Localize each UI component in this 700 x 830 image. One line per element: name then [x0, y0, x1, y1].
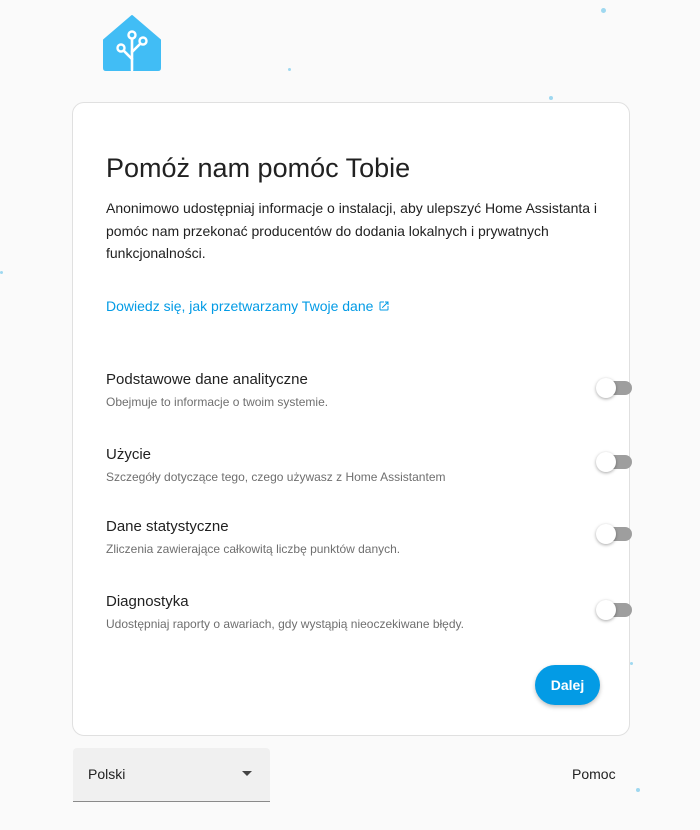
- language-selected-value: Polski: [88, 766, 126, 782]
- option-description: Udostępniaj raporty o awariach, gdy wyst…: [106, 617, 464, 631]
- background-dot: [636, 788, 640, 792]
- option-title: Użycie: [106, 446, 152, 463]
- statistics-toggle[interactable]: [596, 524, 632, 544]
- option-basic-analytics: Podstawowe dane analityczne Obejmuje to …: [106, 371, 632, 409]
- background-dot: [630, 662, 633, 665]
- option-description: Zliczenia zawierające całkowitą liczbę p…: [106, 542, 401, 556]
- card-description: Anonimowo udostępniaj informacje o insta…: [106, 200, 598, 261]
- open-in-new-icon: [379, 301, 389, 311]
- home-assistant-logo-icon: [103, 15, 161, 72]
- toggle-thumb: [596, 452, 616, 472]
- option-title: Podstawowe dane analityczne: [106, 371, 308, 388]
- language-select[interactable]: Polski: [73, 748, 270, 802]
- background-dot: [549, 96, 553, 100]
- help-link[interactable]: Pomoc: [572, 766, 616, 782]
- analytics-card: Pomóż nam pomóc Tobie Anonimowo udostępn…: [72, 102, 632, 736]
- toggle-thumb: [596, 378, 616, 398]
- diagnostics-toggle[interactable]: [596, 600, 632, 620]
- next-button[interactable]: Dalej: [535, 665, 600, 705]
- chevron-down-icon: [242, 771, 252, 776]
- toggle-thumb: [596, 600, 616, 620]
- onboarding-page: Pomóż nam pomóc Tobie Anonimowo udostępn…: [0, 0, 700, 830]
- toggle-thumb: [596, 524, 616, 544]
- background-dot: [288, 68, 291, 71]
- learn-more-link[interactable]: Dowiedz się, jak przetwarzamy Twoje dane: [106, 298, 390, 314]
- background-dot: [0, 271, 3, 274]
- option-diagnostics: Diagnostyka Udostępniaj raporty o awaria…: [106, 593, 632, 631]
- learn-more-label: Dowiedz się, jak przetwarzamy Twoje dane: [106, 298, 374, 314]
- option-title: Dane statystyczne: [106, 518, 229, 535]
- basic-analytics-toggle[interactable]: [596, 378, 632, 398]
- option-statistics: Dane statystyczne Zliczenia zawierające …: [106, 518, 632, 556]
- card-title: Pomóż nam pomóc Tobie: [106, 153, 411, 183]
- option-usage: Użycie Szczegóły dotyczące tego, czego u…: [106, 446, 632, 484]
- usage-toggle[interactable]: [596, 452, 632, 472]
- option-description: Obejmuje to informacje o twoim systemie.: [106, 395, 329, 409]
- background-dot: [601, 8, 606, 13]
- option-title: Diagnostyka: [106, 593, 189, 610]
- option-description: Szczegóły dotyczące tego, czego używasz …: [106, 470, 446, 484]
